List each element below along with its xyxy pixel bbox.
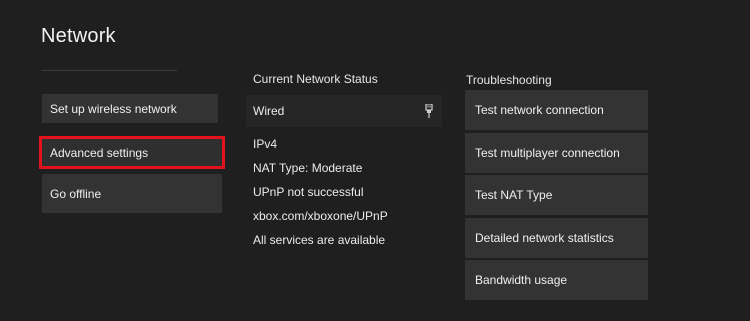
status-header: Current Network Status bbox=[253, 72, 378, 86]
status-line-upnp: UPnP not successful bbox=[253, 185, 364, 199]
connection-type-label: Wired bbox=[253, 104, 285, 118]
setup-wireless-network-button[interactable]: Set up wireless network bbox=[42, 94, 218, 123]
status-line-nat-type: NAT Type: Moderate bbox=[253, 161, 363, 175]
page-title: Network bbox=[41, 25, 116, 47]
status-line-services: All services are available bbox=[253, 233, 386, 247]
test-multiplayer-connection-label: Test multiplayer connection bbox=[475, 146, 620, 160]
troubleshooting-header: Troubleshooting bbox=[466, 73, 552, 87]
bandwidth-usage-label: Bandwidth usage bbox=[475, 273, 568, 287]
status-line-ip-version: IPv4 bbox=[253, 137, 278, 151]
connection-type-row[interactable]: Wired bbox=[246, 95, 442, 127]
test-network-connection-label: Test network connection bbox=[475, 103, 604, 117]
test-multiplayer-connection-button[interactable]: Test multiplayer connection bbox=[465, 133, 648, 173]
go-offline-label: Go offline bbox=[50, 186, 102, 201]
test-nat-type-label: Test NAT Type bbox=[475, 188, 553, 202]
advanced-settings-label: Advanced settings bbox=[50, 145, 149, 160]
test-nat-type-button[interactable]: Test NAT Type bbox=[465, 175, 648, 215]
bandwidth-usage-button[interactable]: Bandwidth usage bbox=[465, 260, 648, 300]
title-divider bbox=[41, 70, 177, 71]
detailed-network-statistics-label: Detailed network statistics bbox=[475, 231, 614, 245]
ethernet-plug-icon bbox=[425, 104, 433, 118]
status-line-upnp-link: xbox.com/xboxone/UPnP bbox=[253, 209, 388, 223]
detailed-network-statistics-button[interactable]: Detailed network statistics bbox=[465, 218, 648, 258]
advanced-settings-button[interactable]: Advanced settings bbox=[39, 136, 225, 169]
test-network-connection-button[interactable]: Test network connection bbox=[465, 90, 648, 130]
go-offline-button[interactable]: Go offline bbox=[42, 174, 222, 213]
setup-wireless-network-label: Set up wireless network bbox=[50, 101, 177, 116]
